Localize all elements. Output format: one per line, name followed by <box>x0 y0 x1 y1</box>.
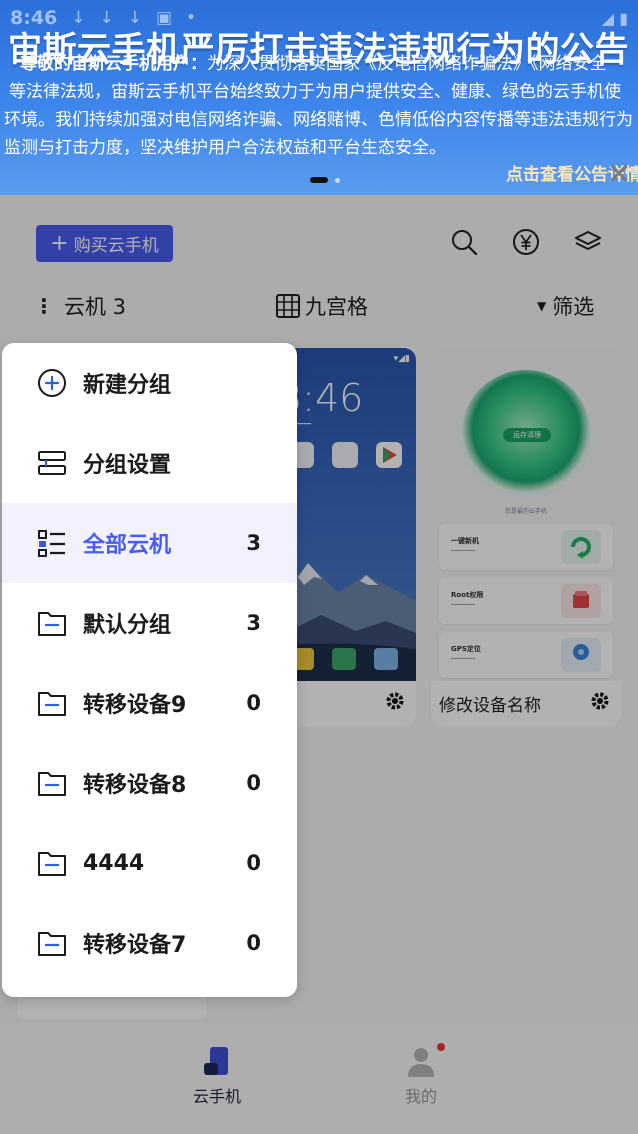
menu-item-label: 转移设备9 <box>83 693 187 718</box>
menu-item-group[interactable]: 转移设备9 0 <box>2 663 297 743</box>
menu-item-label: 默认分组 <box>83 613 172 638</box>
menu-item-label: 转移设备8 <box>83 773 187 798</box>
menu-item-count: 0 <box>246 691 261 715</box>
folder-icon <box>38 772 66 796</box>
banner-pager-dot <box>335 178 340 183</box>
menu-item-new-group[interactable]: 新建分组 <box>2 343 297 423</box>
menu-item-count: 0 <box>246 931 261 955</box>
menu-item-all-devices[interactable]: 全部云机 3 <box>2 503 297 583</box>
banner-body: 尊敬的宙斯云手机用户：为深入贯彻落实国家《反电信网络诈骗法》《网络安全 》等法律… <box>0 50 638 162</box>
menu-item-label: 全部云机 <box>83 533 172 558</box>
menu-item-count: 0 <box>246 771 261 795</box>
announcement-banner[interactable]: 8:46 ↓↓↓▣• ◢ ▮ 宙斯云手机严厉打击违法违规行为的公告 尊敬的宙斯云… <box>0 0 638 195</box>
folder-icon <box>38 852 66 876</box>
banner-lead: 尊敬的宙斯云手机用户： <box>20 54 207 74</box>
banner-line4: 监测与打击力度，坚决维护用户合法权益和平台生态安全。 <box>4 138 446 158</box>
menu-item-count: 3 <box>246 611 261 635</box>
menu-item-group[interactable]: 4444 0 <box>2 823 297 903</box>
add-circle-icon <box>38 369 66 397</box>
banner-line2: 》等法律法规，宙斯云手机平台始终致力于为用户提供安全、健康、绿色的云手机使 <box>0 82 621 102</box>
folder-icon <box>38 692 66 716</box>
folder-icon <box>38 932 66 956</box>
list-icon <box>38 530 65 557</box>
menu-item-group[interactable]: 转移设备7 0 <box>2 903 297 983</box>
banner-pager-active <box>310 177 328 183</box>
menu-item-group-settings[interactable]: 分组设置 <box>2 423 297 503</box>
menu-item-label: 新建分组 <box>83 373 172 398</box>
banner-line1: 为深入贯彻落实国家《反电信网络诈骗法》《网络安全 <box>207 54 607 74</box>
menu-item-label: 转移设备7 <box>83 933 187 958</box>
menu-item-group[interactable]: 转移设备8 0 <box>2 743 297 823</box>
menu-item-count: 0 <box>246 851 261 875</box>
close-banner-icon[interactable]: ✕ <box>604 158 634 192</box>
menu-item-count: 3 <box>246 531 261 555</box>
menu-item-label: 4444 <box>83 850 145 876</box>
group-settings-icon <box>38 451 66 475</box>
menu-item-label: 分组设置 <box>83 453 172 478</box>
banner-line3: 环境。我们持续加强对电信网络诈骗、网络赌博、色情低俗内容传播等违法违规行为 <box>4 110 633 130</box>
group-menu: 新建分组 分组设置 全部云机 3 默认分组 3 转移设备9 0 转移设备8 0 … <box>2 343 297 997</box>
menu-item-group[interactable]: 默认分组 3 <box>2 583 297 663</box>
folder-icon <box>38 612 66 636</box>
